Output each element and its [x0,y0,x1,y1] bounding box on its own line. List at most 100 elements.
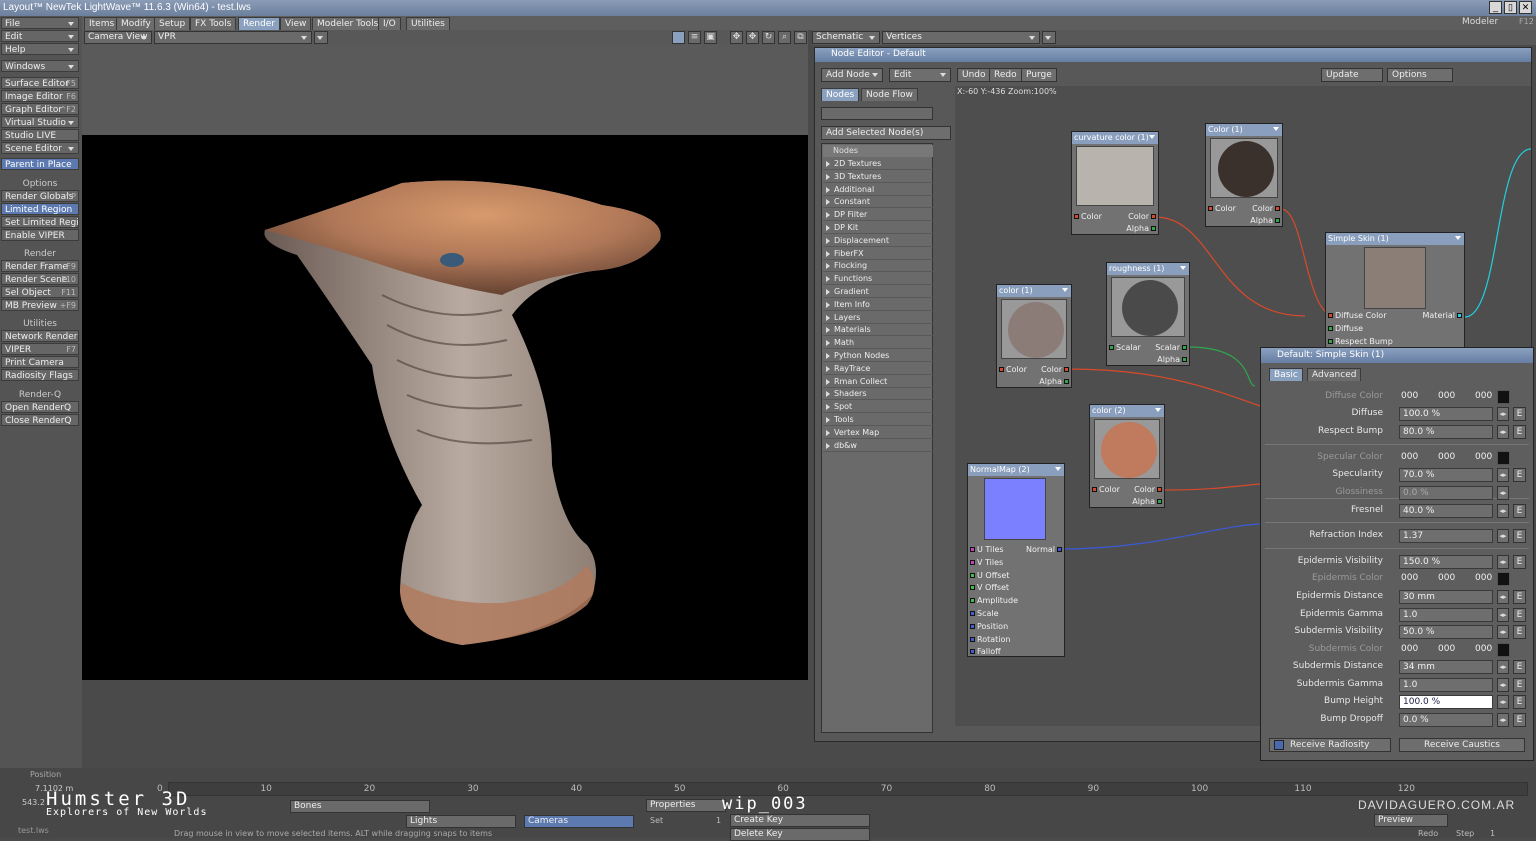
property-value-input[interactable]: 1.0 [1399,608,1493,622]
vertices-select[interactable]: Vertices [882,31,1040,44]
scene-editor-menu[interactable]: Scene Editor [1,142,79,154]
close-renderq-button[interactable]: Close RenderQ [1,414,79,426]
node-color-2[interactable]: color (2) Color Color Alpha [1089,404,1165,508]
property-value-input[interactable]: 0.0 % [1399,713,1493,727]
node-category-item[interactable]: DP Kit [823,222,933,234]
surface-editor-button[interactable]: Surface Editor F5 [1,77,79,89]
output-port[interactable]: Color [1128,212,1158,222]
envelope-button[interactable]: E [1513,608,1526,622]
add-selected-nodes-button[interactable]: Add Selected Node(s) [821,126,951,140]
input-port[interactable]: Color [1206,204,1236,214]
color-channel[interactable]: 000 [1401,390,1418,402]
bones-field[interactable]: Bones [290,800,430,813]
node-category-item[interactable]: RayTrace [823,363,933,375]
input-port[interactable]: Scalar [1107,343,1141,353]
node-category-item[interactable]: Displacement [823,235,933,247]
alpha-port[interactable]: Alpha [1126,224,1158,234]
output-port[interactable]: Color [1252,204,1282,214]
normal-input-port[interactable]: Position [968,622,1008,632]
slider-arrows-icon[interactable]: ◂▸ [1497,660,1509,674]
slider-arrows-icon[interactable]: ◂▸ [1497,407,1509,421]
update-button[interactable]: Update [1321,68,1383,82]
node-category-item[interactable]: Materials [823,324,933,337]
list-icon[interactable]: ≡ [688,31,701,44]
property-value-input[interactable]: 1.37 [1399,529,1493,543]
node-simple-skin[interactable]: Simple Skin (1) Diffuse Color Diffuse Re… [1325,232,1465,348]
camera-icon[interactable] [672,31,685,44]
edit-button[interactable]: Edit [889,68,951,82]
node-category-item[interactable]: Tools [823,414,933,426]
envelope-button[interactable]: E [1513,678,1526,692]
slider-arrows-icon[interactable]: ◂▸ [1497,529,1509,543]
node-category-item[interactable]: Vertex Map [823,427,933,439]
sel-object-button[interactable]: Sel Object F11 [1,286,79,298]
options-button[interactable]: Options [1387,68,1453,82]
slider-arrows-icon[interactable]: ◂▸ [1497,486,1509,500]
color-channel[interactable]: 000 [1475,643,1492,655]
schematic-options-dropdown[interactable] [1042,31,1056,44]
view-type-select[interactable]: Camera View [84,31,152,44]
step-value[interactable]: 1 [1490,829,1495,838]
tab-io[interactable]: I/O [378,17,401,30]
property-value-input[interactable]: 30 mm [1399,590,1493,604]
property-value-input[interactable]: 1.0 [1399,678,1493,692]
node-curvature-color[interactable]: curvature color (1) Color Color Alpha [1071,131,1159,235]
diffuse-color-port[interactable]: Diffuse Color [1326,311,1386,321]
mb-preview-button[interactable]: MB Preview +F9 [1,299,79,311]
node-category-item[interactable]: 2D Textures [823,158,933,170]
maximize-button[interactable]: ▯ [1504,1,1517,14]
alpha-port[interactable]: Alpha [1157,355,1189,365]
color-swatch[interactable] [1497,451,1510,465]
envelope-button[interactable]: E [1513,695,1526,709]
render-mode-select[interactable]: VPR [154,31,312,44]
maximize-viewport-icon[interactable]: ⧉ [794,31,807,44]
output-port[interactable]: Scalar [1155,343,1189,353]
color-value[interactable]: 000 000 000 [1399,451,1493,465]
property-value-input[interactable]: 0.0 % [1399,486,1493,500]
property-value-input[interactable]: 34 mm [1399,660,1493,674]
slider-arrows-icon[interactable]: ◂▸ [1497,504,1509,518]
color-channel[interactable]: 000 [1401,572,1418,584]
node-normal-map[interactable]: NormalMap (2) Normal U Tiles V Tiles U Off… [967,463,1065,657]
viewport-options-dropdown[interactable] [314,31,328,44]
node-category-item[interactable]: Math [823,337,933,350]
tab-modeler-tools[interactable]: Modeler Tools [312,17,384,30]
print-camera-button[interactable]: Print Camera [1,356,79,368]
node-category-item[interactable]: Python Nodes [823,350,933,362]
help-menu[interactable]: Help [1,43,79,55]
material-output-port[interactable]: Material [1423,311,1465,321]
respect-bump-port[interactable]: Respect Bump [1326,337,1393,347]
color-channel[interactable]: 000 [1475,572,1492,584]
redo-label[interactable]: Redo [1418,829,1438,838]
alpha-port[interactable]: Alpha [1250,216,1282,226]
render-globals-button[interactable]: Render Globals ^P [1,190,79,202]
minimize-button[interactable]: _ [1489,1,1502,14]
node-search-input[interactable] [821,107,933,120]
redo-button[interactable]: Redo [989,68,1022,82]
purge-button[interactable]: Purge [1021,68,1057,82]
envelope-button[interactable]: E [1513,468,1526,482]
output-port[interactable]: Color [1041,365,1071,375]
add-node-button[interactable]: Add Node [821,68,883,82]
envelope-button[interactable]: E [1513,625,1526,639]
node-category-item[interactable]: Functions [823,273,933,286]
enable-viper-button[interactable]: Enable VIPER [1,229,79,241]
node-category-item[interactable]: Spot [823,401,933,414]
normal-input-port[interactable]: Scale [968,609,999,619]
normal-input-port[interactable]: V Offset [968,583,1009,593]
color-channel[interactable]: 000 [1438,390,1455,402]
create-key-button[interactable]: Create Key [730,814,870,827]
delete-key-button[interactable]: Delete Key [730,828,870,841]
input-port[interactable]: Color [1090,485,1120,495]
color-channel[interactable]: 000 [1438,643,1455,655]
color-channel[interactable]: 000 [1401,451,1418,463]
limited-region-toggle[interactable]: Limited Region [1,203,79,215]
envelope-button[interactable]: E [1513,529,1526,543]
node-color-1b[interactable]: color (1) Color Color Alpha [996,284,1072,388]
node-category-item[interactable]: Layers [823,312,933,324]
save-icon[interactable]: ▣ [704,31,717,44]
position-value-2[interactable]: 543.2 [22,798,45,807]
open-renderq-button[interactable]: Open RenderQ [1,401,79,413]
receive-radiosity-toggle[interactable]: Receive Radiosity [1269,738,1391,752]
color-swatch[interactable] [1497,572,1510,586]
